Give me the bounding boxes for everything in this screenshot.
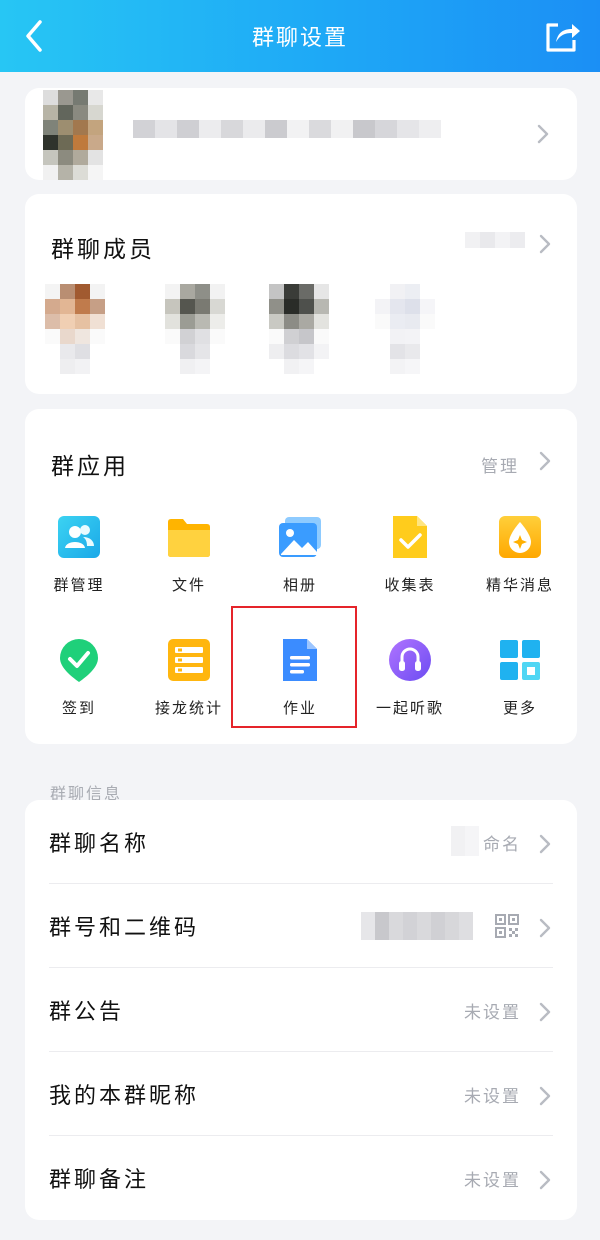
row-value: 未设置 [464,1087,521,1107]
app-group-manage[interactable]: 群管理 [24,514,134,595]
row-label: 我的本群昵称 [49,1084,200,1109]
app-files[interactable]: 文件 [134,514,244,595]
row-group-name[interactable]: 群聊名称 命名 [25,800,577,884]
chevron-right-icon [539,1002,551,1022]
chevron-right-icon [539,1170,551,1190]
member-avatar[interactable] [375,284,435,374]
app-more[interactable]: 更多 [465,637,575,718]
group-manage-icon [56,514,102,560]
members-chevron-icon [539,234,551,254]
share-icon [546,23,580,52]
top-bar: 群聊设置 [0,0,600,72]
member-avatar[interactable] [165,284,225,374]
essence-message-icon [497,514,543,560]
more-grid-icon [497,637,543,683]
row-label: 群聊名称 [49,832,150,857]
row-label: 群聊备注 [49,1168,150,1193]
row-group-number-qr[interactable]: 群号和二维码 [25,884,577,968]
chevron-right-icon [537,124,549,144]
app-relay-stats[interactable]: 接龙统计 [134,637,244,718]
chevron-right-icon [539,918,551,938]
folder-icon [166,514,212,560]
app-label: 一起听歌 [375,699,444,717]
collect-form-icon [387,514,433,560]
group-name-blurred-value [451,826,479,856]
app-album[interactable]: 相册 [245,514,355,595]
app-essence[interactable]: 精华消息 [465,514,575,595]
row-group-remark[interactable]: 群聊备注 未设置 [25,1136,577,1220]
relay-stats-icon [166,637,212,683]
listen-together-icon [387,637,433,683]
row-value: 命名 [483,835,521,855]
app-label: 接龙统计 [154,699,223,717]
highlight-box [231,606,357,728]
members-title: 群聊成员 [51,237,155,263]
apps-title: 群应用 [51,454,129,480]
members-card: 群聊成员 [25,194,577,394]
app-label: 签到 [61,699,96,717]
app-check-in[interactable]: 签到 [24,637,134,718]
app-label: 相册 [282,576,317,594]
row-announcement[interactable]: 群公告 未设置 [25,968,577,1052]
check-in-icon [56,637,102,683]
share-button[interactable] [542,16,582,56]
app-label: 收集表 [384,576,436,594]
app-label: 更多 [502,699,537,717]
app-collect-form[interactable]: 收集表 [355,514,465,595]
member-count-blurred[interactable] [465,232,525,248]
page-title: 群聊设置 [251,26,348,51]
group-name-blurred [133,120,441,138]
row-value: 未设置 [464,1171,521,1191]
chevron-right-icon [539,834,551,854]
group-info-card: 群聊名称 命名 群号和二维码 群公告 未设置 我的本群昵称 未设置 群聊备注 未… [25,800,577,1220]
group-number-blurred [361,912,473,940]
row-label: 群号和二维码 [49,916,200,941]
row-label: 群公告 [49,1000,125,1025]
row-value: 未设置 [464,1003,521,1023]
group-avatar [43,90,103,180]
chevron-right-icon [539,1086,551,1106]
apps-manage-link[interactable]: 管理 [481,452,519,477]
photo-album-icon [277,514,323,560]
app-label: 精华消息 [485,576,554,594]
group-profile-card[interactable] [25,88,577,180]
qr-code-icon [495,914,519,938]
row-my-nickname[interactable]: 我的本群昵称 未设置 [25,1052,577,1136]
member-avatar[interactable] [269,284,329,374]
apps-chevron-icon [539,451,551,471]
app-listen-together[interactable]: 一起听歌 [355,637,465,718]
member-avatar[interactable] [45,284,105,374]
app-label: 群管理 [53,576,105,594]
app-label: 文件 [171,576,206,594]
